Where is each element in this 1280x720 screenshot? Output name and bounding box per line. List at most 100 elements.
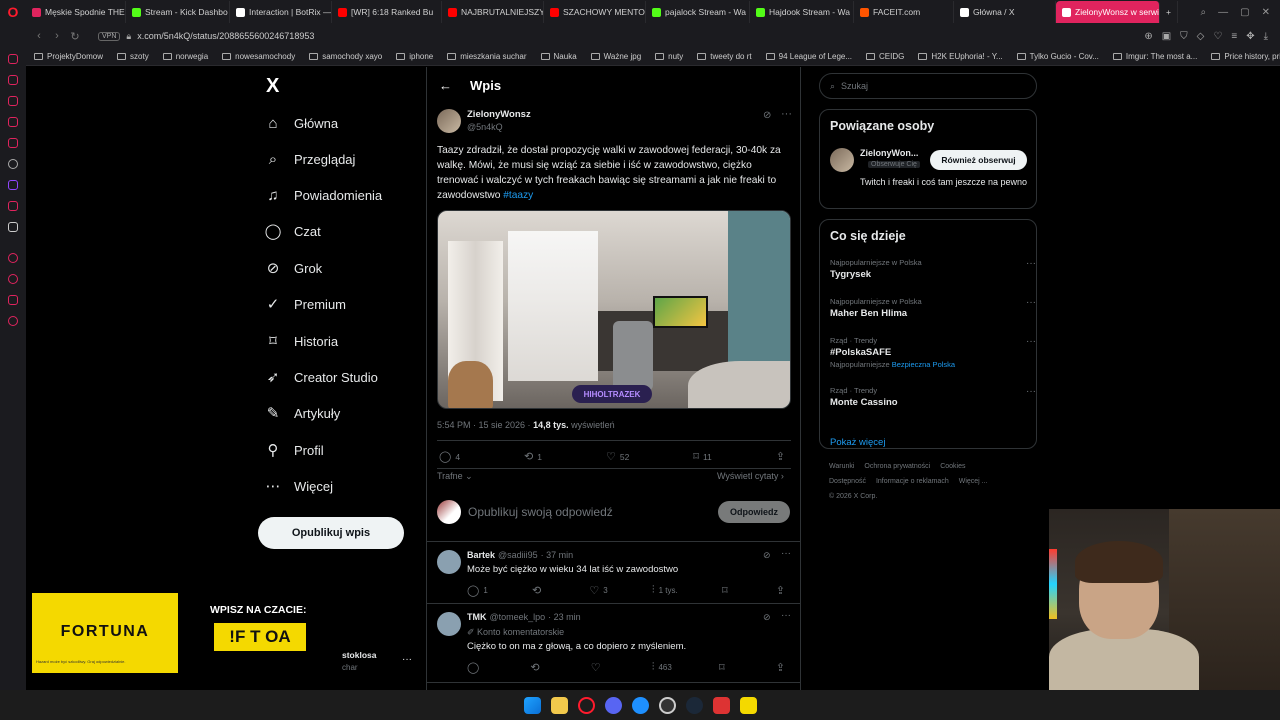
like-action[interactable]: ♡ 52 [606,450,629,463]
menu-icon[interactable]: ≡ [1231,31,1237,42]
grok-icon[interactable]: ⊘ [763,612,771,623]
close-window-icon[interactable]: ✕ [1262,7,1270,18]
account-more-icon[interactable]: ··· [402,654,412,665]
bookmark-item[interactable]: Tylko Gucio - Cov... [1016,52,1099,61]
search-input[interactable]: ⌕ Szukaj [819,73,1037,99]
timer-icon[interactable] [8,274,18,284]
nav-item-premium[interactable]: ✓ Premium [264,292,346,316]
footer-link[interactable]: Więcej ... [959,478,988,485]
back-icon[interactable]: ‹ [30,30,48,42]
related-avatar[interactable] [830,148,854,172]
tweet-video[interactable]: HIHOLTRAZEK [437,210,791,409]
my-avatar[interactable] [437,500,461,524]
chatgpt-icon[interactable] [8,159,18,169]
comment-author-name[interactable]: TMK [467,612,487,622]
grok-icon[interactable]: ⊘ [763,110,771,121]
trend-item[interactable]: Najpopularniejsze w Polska Tygrysek ··· [830,258,1036,280]
maximize-icon[interactable]: ▢ [1240,7,1249,18]
browser-tab[interactable]: Hajdook Stream - Wa [750,1,854,23]
nav-item-przeglądaj[interactable]: ⌕ Przeglądaj [264,147,356,171]
bookmark-item[interactable]: tweety do rt [697,52,752,61]
nav-item-historia[interactable]: ⌑ Historia [264,329,338,353]
more-options-icon[interactable]: ··· [1026,258,1036,269]
more-options-icon[interactable]: ··· [1026,336,1036,347]
twitch-icon[interactable] [8,180,18,190]
bookmark-item[interactable]: samochody xayo [309,52,382,61]
share-action[interactable]: ⇪ [776,450,789,463]
shield-app-icon[interactable] [712,696,730,714]
tweet-hashtag-link[interactable]: #taazy [503,190,533,201]
nav-item-powiadomienia[interactable]: ♫ Powiadomienia [264,183,382,207]
browser-tab[interactable]: Interaction | BotRix — [230,1,332,23]
bookmark-item[interactable]: ProjektyDomow [34,52,103,61]
footer-link[interactable]: Cookies [940,463,965,470]
obs-icon[interactable] [658,696,676,714]
comment-reply-action[interactable]: ◯ [467,661,483,674]
tweet-author-avatar[interactable] [437,109,461,133]
media-icon[interactable] [8,138,18,148]
sort-dropdown[interactable]: Trafne ⌄ [437,471,473,482]
browser-tab[interactable]: [WR] 6:18 Ranked Bu [332,1,442,23]
trend-item[interactable]: Najpopularniejsze w Polska Maher Ben Hlim… [830,297,1036,319]
vpn-badge[interactable]: VPN [98,31,121,41]
browser-tab[interactable]: pajalock Stream - Wa [646,1,750,23]
account-switcher-name[interactable]: stoklosa [342,650,377,660]
comment-reply-action[interactable]: ◯ 1 [467,584,488,597]
bookmark-item[interactable]: nuty [655,52,683,61]
nav-item-creator-studio[interactable]: ➶ Creator Studio [264,365,378,389]
browser-tab[interactable]: ZielonyWonsz w serwis [1056,1,1160,23]
more-options-icon[interactable]: ··· [1026,386,1036,397]
bookmark-item[interactable]: CEIDG [866,52,904,61]
chat-bubble-icon[interactable] [8,295,18,305]
footer-link[interactable]: Ochrona prywatności [864,463,930,470]
browser-tab[interactable]: SZACHOWY MENTOR [544,1,646,23]
related-name[interactable]: ZielonyWon... [860,148,918,158]
nav-item-grok[interactable]: ⊘ Grok [264,256,322,280]
clock-icon[interactable] [8,253,18,263]
comment-like-action[interactable]: ♡ 3 [589,584,607,597]
reply-input[interactable]: Opublikuj swoją odpowiedź [468,505,613,519]
trend-item[interactable]: Rząd · Trendy Monte Cassino ··· [830,386,1036,408]
bookmark-item[interactable]: Imgur: The most a... [1112,52,1197,61]
bookmark-item[interactable]: 94 League of Lege... [765,52,852,61]
more-options-icon[interactable]: ··· [781,108,792,120]
view-quotes-link[interactable]: Wyświetl cytaty › [717,471,784,481]
comment-time[interactable]: · 37 min [541,550,574,560]
comment-row[interactable]: Bartek @sadiii95 · 37 min ⊘ ··· Może być cięż… [427,542,801,604]
extensions-icon[interactable]: ✥ [1246,31,1254,42]
back-arrow-icon[interactable]: ← [439,78,452,93]
grok-icon[interactable]: ⊘ [763,550,771,561]
comment-share-action[interactable]: ⇪ [776,661,789,674]
cube-icon[interactable]: ◇ [1197,31,1205,42]
browser-tab[interactable]: Stream - Kick Dashbo [126,1,230,23]
more-options-icon[interactable]: ··· [1026,297,1036,308]
more-options-icon[interactable]: ··· [781,610,791,621]
opera-browser-icon[interactable] [577,696,595,714]
tweet-time[interactable]: 5:54 PM · 15 sie 2026 · [437,420,533,430]
bookmark-item[interactable]: H2K EUphoria! - Y... [918,52,1003,61]
bookmark-item[interactable]: iphone [396,52,433,61]
bookmark-action[interactable]: ⌑ 11 [693,450,711,463]
trend-item[interactable]: Rząd · Trendy #PolskaSAFE Najpopularniejsz… [830,336,1036,369]
reload-icon[interactable]: ↻ [66,30,84,43]
messenger-icon[interactable] [8,54,18,64]
nav-item-główna[interactable]: ⌂ Główna [264,111,338,135]
comment-bookmark-action[interactable]: ⌑ [722,584,732,597]
opera-logo-icon[interactable]: O [0,0,26,24]
show-more-link[interactable]: Pokaż więcej [830,437,885,448]
url-input[interactable]: x.com/5n4kQ/status/2088655600246718953 [137,31,314,41]
comment-author-handle[interactable]: @sadiii95 [498,550,538,560]
comment-avatar[interactable] [437,550,461,574]
discord-icon[interactable] [604,696,622,714]
percent-icon[interactable] [8,201,18,211]
x-sidebar-icon[interactable] [8,222,18,232]
comment-avatar[interactable] [437,612,461,636]
comment-author-name[interactable]: Bartek [467,550,495,560]
more-options-icon[interactable]: ··· [781,548,791,559]
download-icon[interactable]: ⤓ [1264,31,1268,42]
repost-action[interactable]: ⟲ 1 [524,450,542,463]
comment-repost-action[interactable]: ⟲ [530,661,543,674]
comment-row[interactable]: TMK @tomeek_lpo · 23 min ⊘ ··· ✐ Konto koment… [427,604,801,683]
steam-icon[interactable] [685,696,703,714]
wallet-icon[interactable] [8,96,18,106]
